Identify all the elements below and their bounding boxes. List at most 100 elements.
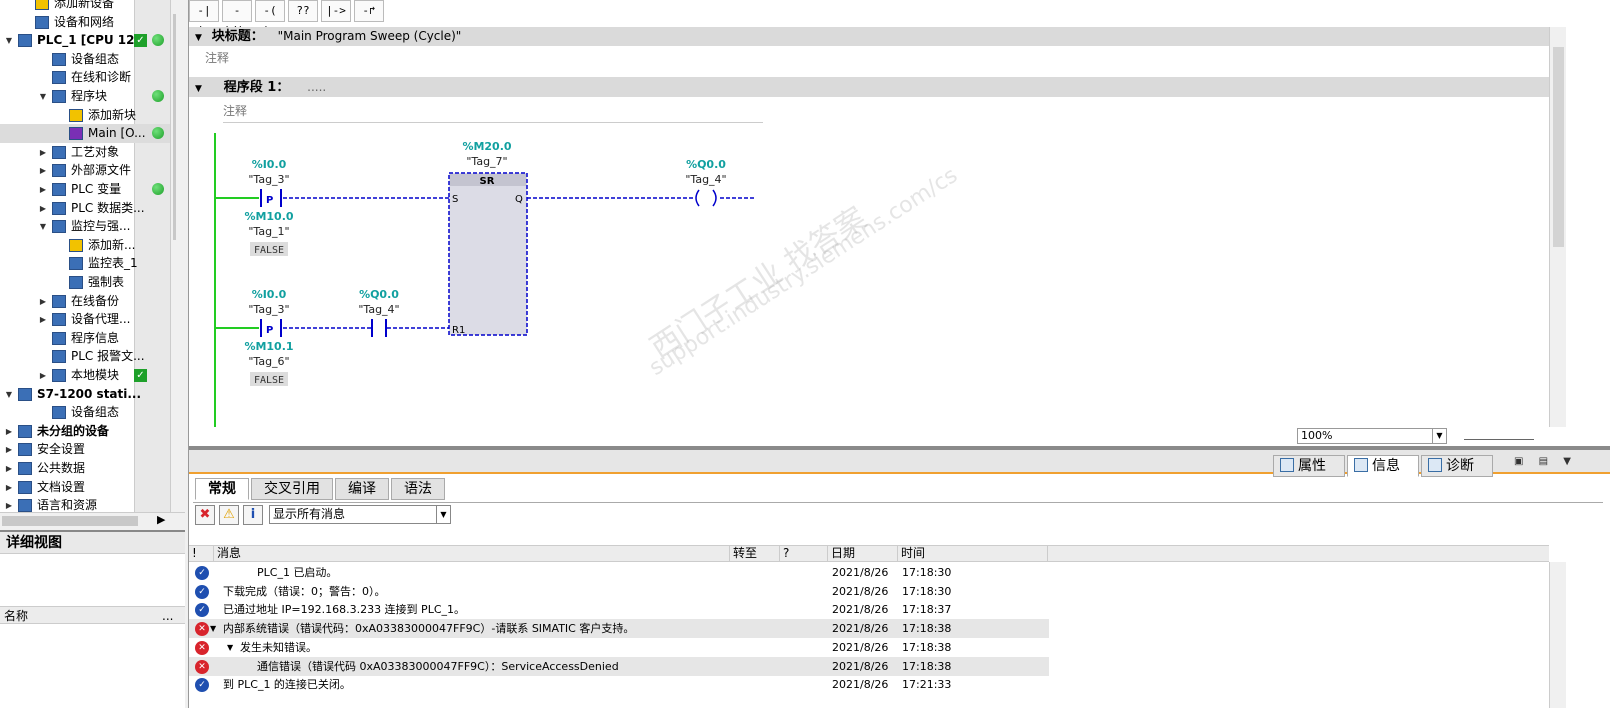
tree-item[interactable]: Main [O... <box>0 124 176 144</box>
tree-item[interactable]: ▶ 外部源文件 <box>0 161 176 180</box>
expand-right-icon[interactable]: ▶ <box>38 180 48 199</box>
rung1-coil[interactable] <box>695 189 717 207</box>
tree-item[interactable]: ▶ 未分组的设备 <box>0 422 176 441</box>
coil-tag[interactable]: "Tag_4" <box>685 173 726 186</box>
tree-item[interactable]: PLC 报警文... <box>0 347 176 366</box>
tree-item[interactable]: ▶ 本地模块 ✓ <box>0 366 176 385</box>
rung2-no-contact[interactable] <box>371 319 387 337</box>
tree-item[interactable]: ▶ 在线备份 <box>0 292 176 311</box>
message-row[interactable]: ✕ ▼ 发生未知错误。 2021/8/26 17:18:38 <box>189 638 1549 657</box>
rung2-edge-address[interactable]: %M10.1 <box>244 340 293 353</box>
tree-item[interactable]: 程序信息 <box>0 329 176 348</box>
rung1-edge-address[interactable]: %M10.0 <box>244 210 293 223</box>
expand-right-icon[interactable]: ▶ <box>38 161 48 180</box>
message-row[interactable]: ✓ 到 PLC_1 的连接已关闭。 2021/8/26 17:21:33 <box>189 675 1549 694</box>
tree-item[interactable]: ▼ S7-1200 stati... <box>0 385 176 404</box>
tree-item[interactable]: ▼ 程序块 <box>0 87 176 106</box>
editor-scroll-thumb[interactable] <box>1553 47 1564 247</box>
detail-col-name[interactable]: 名称 <box>4 609 28 623</box>
tree-item[interactable]: ▶ 设备代理... <box>0 310 176 329</box>
network-title-value[interactable]: ..... <box>307 80 326 94</box>
rung2-edge-tag[interactable]: "Tag_6" <box>248 355 289 368</box>
ladder-tool-button[interactable]: -|/|- <box>222 0 252 37</box>
messages-vertical-scrollbar[interactable] <box>1549 562 1566 708</box>
coil-address[interactable]: %Q0.0 <box>686 158 726 171</box>
expand-down-icon[interactable]: ▼ <box>4 385 14 404</box>
expand-down-icon[interactable]: ▼ <box>38 87 48 106</box>
rung2-no-contact-address[interactable]: %Q0.0 <box>359 288 399 301</box>
tree-item[interactable]: 在线和诊断 <box>0 68 176 87</box>
zoom-dropdown-icon[interactable]: ▼ <box>1432 429 1446 443</box>
tree-item[interactable]: ▼ PLC_1 [CPU 12... ✓ <box>0 31 176 50</box>
inspector-tab[interactable]: 信息 <box>1347 455 1419 477</box>
filter-warning-icon[interactable]: ⚠ <box>219 505 239 525</box>
expand-down-icon[interactable]: ▼ <box>227 638 233 657</box>
ladder-tool-button[interactable]: -↱ <box>354 0 384 22</box>
col-goto[interactable]: 转至 <box>730 546 780 561</box>
detail-col-more[interactable]: ... <box>162 607 173 625</box>
block-title-bar[interactable]: ▼ 块标题： "Main Program Sweep (Cycle)" <box>189 27 1549 46</box>
tree-vertical-scrollbar[interactable] <box>170 0 176 512</box>
rung2-contact-tag[interactable]: "Tag_3" <box>248 303 289 316</box>
network-comment[interactable]: 注释 <box>223 101 763 123</box>
tree-hscroll-thumb[interactable] <box>2 516 138 526</box>
filter-info-icon[interactable]: i <box>243 505 263 525</box>
message-row[interactable]: ✓ 已通过地址 IP=192.168.3.233 连接到 PLC_1。 2021/8… <box>189 600 1549 619</box>
sr-tag[interactable]: "Tag_7" <box>466 155 507 168</box>
network-title-bar[interactable]: ▼ 程序段 1： ..... <box>189 77 1549 97</box>
tree-item[interactable]: 设备组态 <box>0 403 176 422</box>
rung1-contact-tag[interactable]: "Tag_3" <box>248 173 289 186</box>
rung1-p-contact[interactable]: P <box>260 189 282 207</box>
message-row[interactable]: ✕ ▼ 内部系统错误（错误代码：0xA03383000047FF9C）-请联系 SI… <box>189 619 1549 639</box>
expand-right-icon[interactable]: ▶ <box>4 440 14 459</box>
message-row[interactable]: ✕ 通信错误（错误代码 0xA03383000047FF9C）：ServiceAc… <box>189 656 1549 676</box>
info-subtab[interactable]: 语法 <box>391 478 445 500</box>
expand-right-icon[interactable]: ▶ <box>38 143 48 162</box>
tree-item[interactable]: 强制表 <box>0 273 176 292</box>
filter-dropdown-icon[interactable]: ▼ <box>436 506 450 523</box>
ladder-tool-button[interactable]: -( )- <box>255 0 285 37</box>
expand-right-icon[interactable]: ▶ <box>38 199 48 218</box>
tree-item[interactable]: ▶ 安全设置 <box>0 440 176 459</box>
col-time[interactable]: 时间 <box>898 546 1048 561</box>
block-comment[interactable]: 注释 <box>205 49 229 66</box>
info-subtab[interactable]: 编译 <box>335 478 389 500</box>
info-subtab[interactable]: 常规 <box>195 478 249 500</box>
tree-item[interactable]: ▶ PLC 数据类... <box>0 199 176 218</box>
rung1-edge-tag[interactable]: "Tag_1" <box>248 225 289 238</box>
expand-right-icon[interactable]: ▶ <box>4 478 14 497</box>
expand-down-icon[interactable]: ▼ <box>210 619 216 638</box>
expand-down-icon[interactable]: ▼ <box>4 31 14 50</box>
message-filter-select[interactable]: 显示所有消息 ▼ <box>269 505 451 524</box>
ladder-tool-button[interactable]: ?? <box>288 0 318 22</box>
collapse-icon[interactable]: ▼ <box>195 29 202 48</box>
zoom-slider[interactable] <box>1464 432 1534 440</box>
message-row[interactable]: ✓ PLC_1 已启动。 2021/8/26 17:18:30 <box>189 563 1549 582</box>
tree-item[interactable]: 设备组态 <box>0 50 176 69</box>
tree-horizontal-scrollbar[interactable]: ▶ <box>0 512 185 528</box>
col-question[interactable]: ? <box>780 546 828 561</box>
tree-item[interactable]: 添加新设备 <box>0 0 176 13</box>
ladder-tool-button[interactable]: |-> <box>321 0 351 22</box>
tree-item[interactable]: ▶ 文档设置 <box>0 478 176 497</box>
col-message[interactable]: 消息 <box>214 546 730 561</box>
message-row[interactable]: ✓ 下载完成（错误：0；警告：0）。 2021/8/26 17:18:30 <box>189 582 1549 601</box>
detail-view-title[interactable]: 详细视图 <box>0 532 185 554</box>
inspector-tab[interactable]: 属性 <box>1273 455 1345 477</box>
expand-right-icon[interactable]: ▶ <box>4 459 14 478</box>
tree-item[interactable]: 设备和网络 <box>0 13 176 32</box>
tree-item[interactable]: ▼ 监控与强... <box>0 217 176 236</box>
rung2-contact-address[interactable]: %I0.0 <box>252 288 287 301</box>
tree-item[interactable]: ▶ 公共数据 <box>0 459 176 478</box>
tree-scroll-thumb[interactable] <box>173 14 176 240</box>
window-controls-icon[interactable]: ▣ ▤ ▼ <box>1514 456 1577 467</box>
inspector-tab[interactable]: 诊断 <box>1421 455 1493 477</box>
tree-item[interactable]: 添加新... <box>0 236 176 255</box>
expand-down-icon[interactable]: ▼ <box>38 217 48 236</box>
col-date[interactable]: 日期 <box>828 546 898 561</box>
scroll-right-icon[interactable]: ▶ <box>157 513 165 526</box>
rung2-p-contact[interactable]: P <box>260 319 282 337</box>
info-subtab[interactable]: 交叉引用 <box>251 478 333 500</box>
expand-right-icon[interactable]: ▶ <box>38 366 48 385</box>
sr-address[interactable]: %M20.0 <box>462 140 511 153</box>
